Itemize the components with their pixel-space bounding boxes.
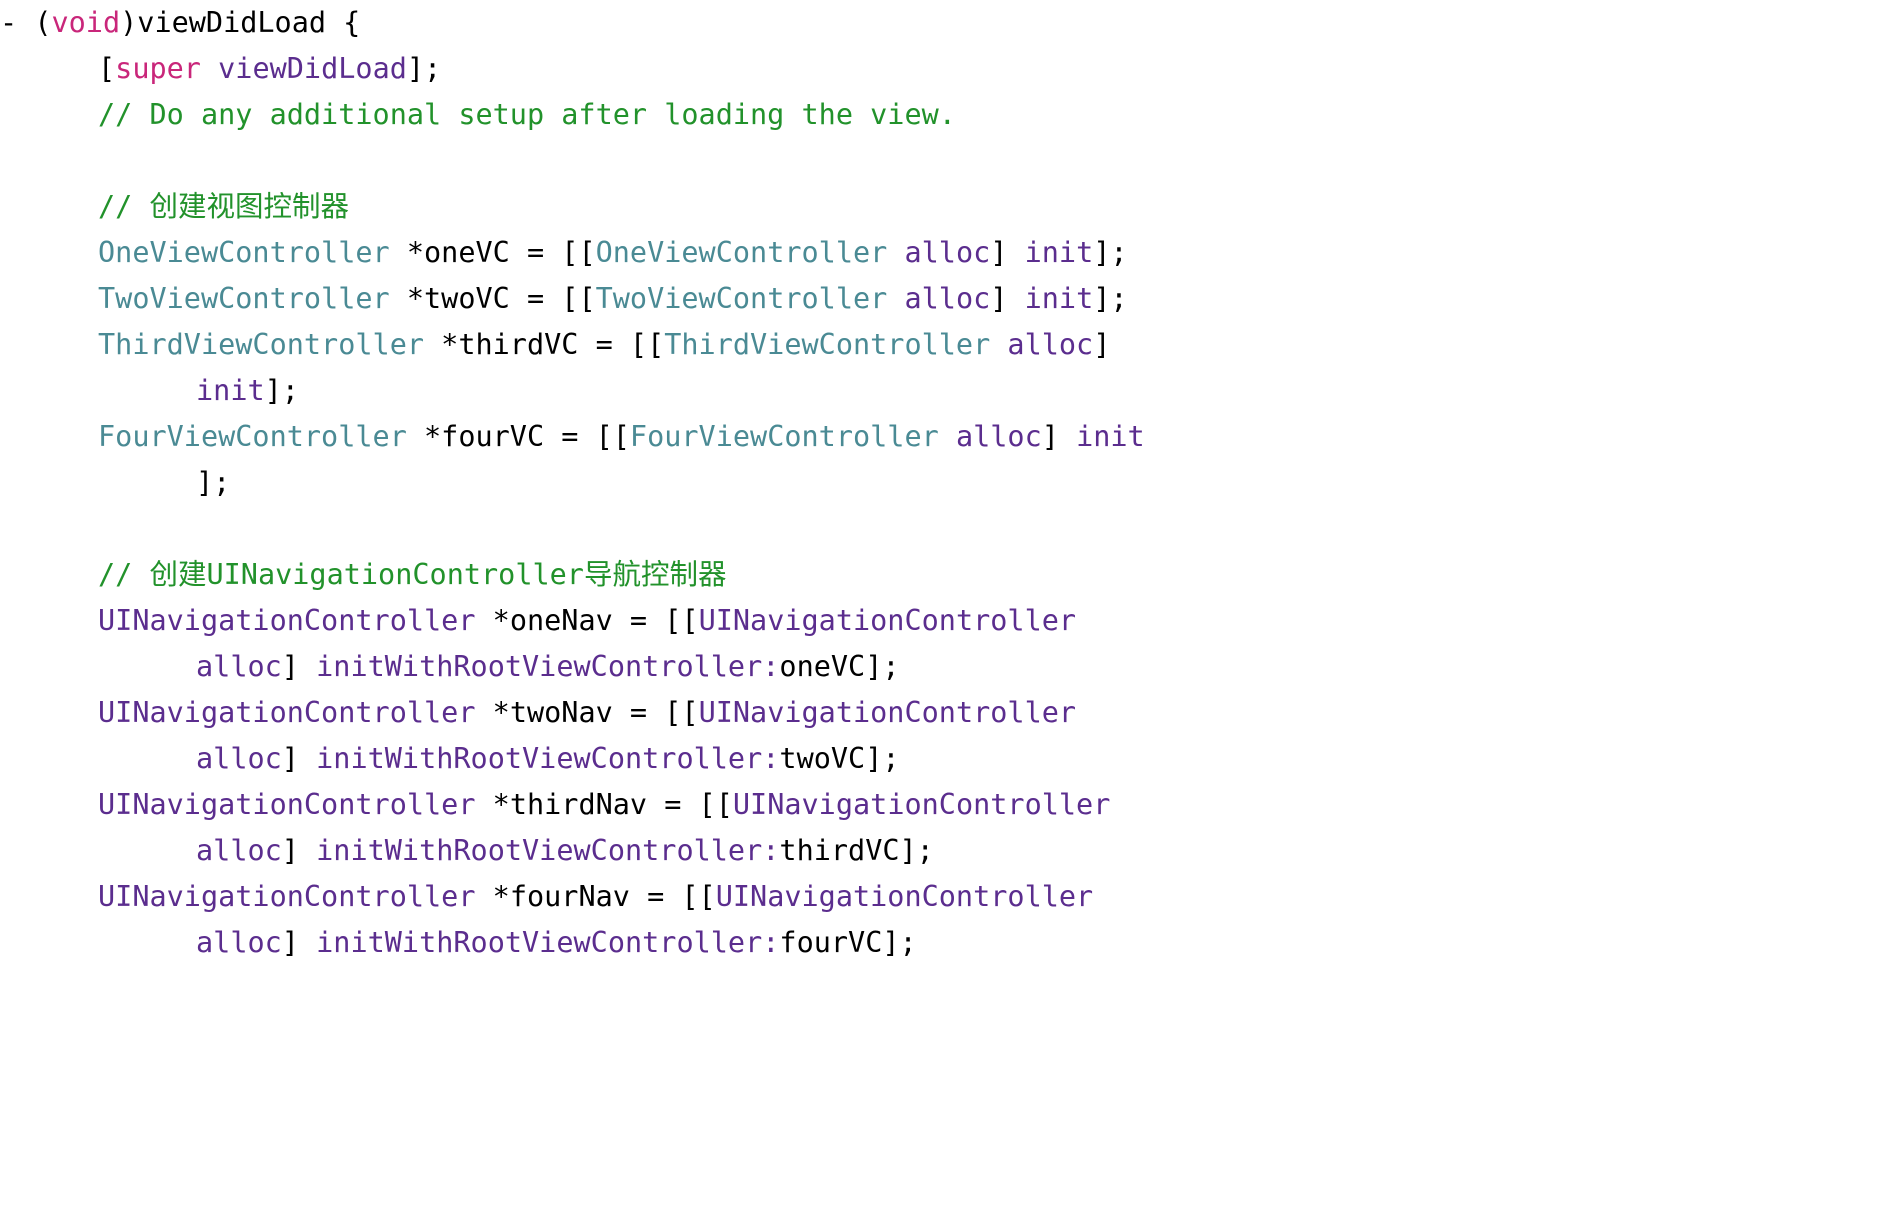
code-token-plain: ] xyxy=(990,236,1025,269)
code-token-plain: *fourVC = [[ xyxy=(406,420,630,453)
code-token-method: alloc xyxy=(904,282,991,315)
code-token-method: init xyxy=(1024,282,1094,315)
code-token-plain: ] xyxy=(281,650,317,683)
code-line: ]; xyxy=(0,460,1888,506)
code-token-comment: // 创建UINavigationController导航控制器 xyxy=(98,558,727,591)
code-token-class: FourViewController xyxy=(629,420,939,453)
code-token-class: OneViewController xyxy=(98,236,390,269)
code-token-fwclass: UINavigationController xyxy=(98,604,476,637)
code-line: TwoViewController *twoVC = [[TwoViewCont… xyxy=(0,276,1888,322)
code-line: - (void)viewDidLoad { xyxy=(0,0,1888,46)
code-token-fwclass: UINavigationController xyxy=(98,788,476,821)
code-token-comment: // Do any additional setup after loading… xyxy=(98,98,956,131)
code-token-plain: oneVC]; xyxy=(779,650,900,683)
code-line: alloc] initWithRootViewController:thirdV… xyxy=(0,828,1888,874)
code-token-plain: ] xyxy=(990,282,1025,315)
code-token-plain: *fourNav = [[ xyxy=(475,880,716,913)
code-token-plain: ]; xyxy=(1093,282,1128,315)
code-token-plain: fourVC]; xyxy=(779,926,917,959)
code-token-plain: ] xyxy=(281,834,317,867)
code-line: alloc] initWithRootViewController:fourVC… xyxy=(0,920,1888,966)
code-token-class: OneViewController xyxy=(595,236,888,269)
code-token-method: alloc xyxy=(904,236,991,269)
code-token-plain: *twoNav = [[ xyxy=(475,696,699,729)
code-line: FourViewController *fourVC = [[FourViewC… xyxy=(0,414,1888,460)
code-token-fwclass: UINavigationController xyxy=(732,788,1111,821)
code-token-plain: *oneNav = [[ xyxy=(475,604,699,637)
code-line: [super viewDidLoad]; xyxy=(0,46,1888,92)
code-token-method: init xyxy=(196,374,265,407)
code-token-plain: ] xyxy=(281,742,317,775)
code-line: OneViewController *oneVC = [[OneViewCont… xyxy=(0,230,1888,276)
code-token-class: FourViewController xyxy=(98,420,407,453)
code-token-method: initWithRootViewController: xyxy=(316,926,780,959)
code-line: ThirdViewController *thirdVC = [[ThirdVi… xyxy=(0,322,1888,368)
code-token-fwclass: UINavigationController xyxy=(98,880,476,913)
code-token-method: alloc xyxy=(196,742,282,775)
code-token-plain: ]; xyxy=(1093,236,1128,269)
code-line: alloc] initWithRootViewController:oneVC]… xyxy=(0,644,1888,690)
code-token-method: alloc xyxy=(196,834,282,867)
code-line: UINavigationController *twoNav = [[UINav… xyxy=(0,690,1888,736)
code-token-plain: ] xyxy=(1093,328,1111,361)
code-token-method: viewDidLoad xyxy=(218,52,407,85)
code-listing[interactable]: - (void)viewDidLoad {[super viewDidLoad]… xyxy=(0,0,1888,1224)
code-line: init]; xyxy=(0,368,1888,414)
code-token-class: ThirdViewController xyxy=(98,328,425,361)
code-token-method: init xyxy=(1024,236,1094,269)
code-token-fwclass: UINavigationController xyxy=(698,696,1077,729)
code-line: // 创建UINavigationController导航控制器 xyxy=(0,552,1888,598)
code-token-plain: *oneVC = [[ xyxy=(389,236,596,269)
code-token-method: init xyxy=(1076,420,1145,453)
code-token-method: alloc xyxy=(1007,328,1094,361)
code-token-method: initWithRootViewController: xyxy=(316,650,780,683)
code-line: UINavigationController *oneNav = [[UINav… xyxy=(0,598,1888,644)
code-token-plain: ] xyxy=(281,926,317,959)
code-token-kw: void xyxy=(51,6,121,39)
code-token-class: ThirdViewController xyxy=(664,328,991,361)
code-line: UINavigationController *thirdNav = [[UIN… xyxy=(0,782,1888,828)
code-token-class: TwoViewController xyxy=(98,282,390,315)
code-token-plain: ]; xyxy=(406,52,442,85)
code-token-plain: ] xyxy=(1041,420,1077,453)
code-token-plain: twoVC]; xyxy=(779,742,900,775)
code-token-plain: *twoVC = [[ xyxy=(389,282,596,315)
code-token-plain: [ xyxy=(98,52,116,85)
code-token-plain: - ( xyxy=(0,6,52,39)
code-token-comment: // 创建视图控制器 xyxy=(98,190,349,223)
code-line: // 创建视图控制器 xyxy=(0,184,1888,230)
code-token-kw: super xyxy=(115,52,201,85)
code-token-class: TwoViewController xyxy=(595,282,888,315)
code-token-plain: ]; xyxy=(264,374,299,407)
code-line: // Do any additional setup after loading… xyxy=(0,92,1888,138)
code-token-method: initWithRootViewController: xyxy=(316,834,780,867)
code-token-plain: )viewDidLoad { xyxy=(120,6,361,39)
code-token-method: initWithRootViewController: xyxy=(316,742,780,775)
code-token-fwclass: UINavigationController xyxy=(698,604,1077,637)
code-token-plain: *thirdNav = [[ xyxy=(475,788,733,821)
code-token-plain: *thirdVC = [[ xyxy=(424,328,665,361)
code-token-method: alloc xyxy=(196,650,282,683)
code-token-method: alloc xyxy=(955,420,1042,453)
code-token-fwclass: UINavigationController xyxy=(715,880,1094,913)
code-token-plain: thirdVC]; xyxy=(779,834,934,867)
code-token-plain: ]; xyxy=(196,466,231,499)
code-line: alloc] initWithRootViewController:twoVC]… xyxy=(0,736,1888,782)
code-line: UINavigationController *fourNav = [[UINa… xyxy=(0,874,1888,920)
code-token-method: alloc xyxy=(196,926,282,959)
code-token-fwclass: UINavigationController xyxy=(98,696,476,729)
